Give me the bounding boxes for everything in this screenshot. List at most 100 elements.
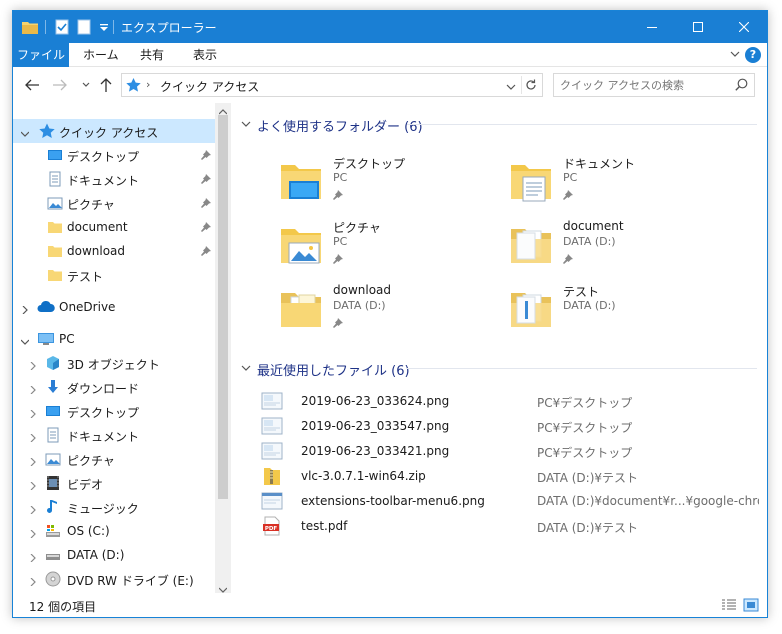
tab-share[interactable]: 共有: [140, 43, 164, 67]
sidebar-item-music[interactable]: ミュージック: [13, 495, 215, 519]
cube-icon: [45, 355, 61, 371]
expand-chevron-icon[interactable]: [21, 303, 29, 315]
expand-chevron-icon[interactable]: [29, 527, 37, 539]
expand-chevron-icon[interactable]: [29, 431, 37, 443]
folder-tile-desktop[interactable]: デスクトップ PC: [277, 155, 497, 213]
expand-ribbon-icon[interactable]: [729, 48, 741, 63]
expand-chevron-icon[interactable]: [29, 407, 37, 419]
sidebar-item-label: ビデオ: [67, 478, 104, 492]
back-button[interactable]: [23, 77, 41, 93]
help-icon[interactable]: ?: [745, 47, 761, 63]
sidebar-item-drive-c[interactable]: OS (C:): [13, 519, 215, 543]
collapse-chevron-icon[interactable]: [241, 362, 251, 376]
folder-tile-download[interactable]: download DATA (D:): [277, 283, 497, 341]
recent-files-header[interactable]: 最近使用したファイル (6): [241, 357, 761, 379]
file-path: PC¥デスクトップ: [537, 396, 633, 410]
tab-file[interactable]: ファイル: [13, 43, 69, 67]
folder-app-icon[interactable]: [21, 18, 39, 36]
sidebar-item-quick-access[interactable]: クイック アクセス: [13, 119, 215, 143]
sidebar-item-pictures[interactable]: ピクチャ: [13, 191, 215, 215]
file-path: PC¥デスクトップ: [537, 446, 633, 460]
details-view-icon[interactable]: [721, 598, 737, 612]
sidebar-item-pc-pictures[interactable]: ピクチャ: [13, 447, 215, 471]
search-icon[interactable]: [735, 78, 748, 94]
sidebar-item-test-folder[interactable]: テスト: [13, 263, 215, 287]
scroll-down-icon[interactable]: [218, 583, 228, 593]
list-item[interactable]: 2019-06-23_033547.png PC¥デスクトップ: [261, 414, 761, 438]
recent-locations-icon[interactable]: [77, 77, 95, 93]
expand-chevron-icon[interactable]: [29, 359, 37, 371]
scroll-up-icon[interactable]: [218, 105, 228, 115]
folder-location: PC: [563, 171, 578, 184]
folder-name: download: [333, 283, 392, 297]
properties-icon[interactable]: [53, 18, 71, 36]
folder-tile-documents[interactable]: ドキュメント PC: [507, 155, 727, 213]
sidebar-item-downloads[interactable]: ダウンロード: [13, 375, 215, 399]
expand-chevron-icon[interactable]: [29, 383, 37, 395]
sidebar-item-document-folder[interactable]: document: [13, 215, 215, 239]
folder-tile-test[interactable]: テスト DATA (D:): [507, 283, 727, 341]
minimize-button[interactable]: [629, 11, 675, 43]
image-file-icon: [261, 491, 283, 511]
collapse-chevron-icon[interactable]: [20, 335, 30, 345]
sidebar-item-pc[interactable]: PC: [13, 327, 215, 351]
collapse-chevron-icon[interactable]: [241, 118, 251, 132]
sidebar-item-videos[interactable]: ビデオ: [13, 471, 215, 495]
expand-chevron-icon[interactable]: [29, 551, 37, 563]
forward-button[interactable]: [51, 77, 69, 93]
sidebar-item-drive-d[interactable]: DATA (D:): [13, 543, 215, 567]
folder-tile-document[interactable]: document DATA (D:): [507, 219, 727, 277]
scrollbar-thumb[interactable]: [218, 115, 228, 499]
close-button[interactable]: [721, 11, 767, 43]
sidebar-item-3d-objects[interactable]: 3D オブジェクト: [13, 351, 215, 375]
new-folder-icon[interactable]: [75, 18, 93, 36]
search-box[interactable]: [553, 73, 755, 97]
expand-chevron-icon[interactable]: [29, 455, 37, 467]
expand-chevron-icon[interactable]: [29, 479, 37, 491]
customize-toolbar-icon[interactable]: [95, 18, 113, 36]
sidebar-scrollbar[interactable]: [215, 103, 231, 593]
large-icons-view-icon[interactable]: [743, 598, 759, 612]
quick-access-star-icon: [126, 78, 141, 95]
sidebar-item-pc-documents[interactable]: ドキュメント: [13, 423, 215, 447]
list-item[interactable]: extensions-toolbar-menu6.png DATA (D:)¥d…: [261, 489, 761, 513]
address-bar[interactable]: › クイック アクセス: [121, 73, 543, 97]
image-file-icon: [261, 391, 283, 411]
svg-text:PDF: PDF: [265, 526, 278, 532]
file-path: DATA (D:)¥テスト: [537, 471, 639, 485]
sidebar-item-dvd-drive[interactable]: DVD RW ドライブ (E:): [13, 567, 215, 591]
pin-icon: [333, 189, 343, 203]
tab-home[interactable]: ホーム: [83, 43, 119, 67]
sidebar-item-pc-desktop[interactable]: デスクトップ: [13, 399, 215, 423]
address-dropdown-icon[interactable]: [506, 80, 516, 94]
collapse-chevron-icon[interactable]: [20, 127, 30, 137]
search-input[interactable]: [560, 77, 728, 93]
sidebar-item-onedrive[interactable]: OneDrive: [13, 295, 215, 319]
breadcrumb-quick-access[interactable]: クイック アクセス: [160, 78, 259, 95]
file-name: 2019-06-23_033421.png: [301, 444, 450, 458]
file-name: test.pdf: [301, 519, 348, 533]
file-name: vlc-3.0.7.1-win64.zip: [301, 469, 426, 483]
breadcrumb-separator[interactable]: ›: [146, 78, 150, 91]
sidebar-item-label: ドキュメント: [67, 430, 140, 444]
file-path: DATA (D:)¥テスト: [537, 521, 639, 535]
folder-with-files-icon: [277, 285, 325, 333]
expand-chevron-icon[interactable]: [29, 575, 37, 587]
folder-tile-pictures[interactable]: ピクチャ PC: [277, 219, 497, 277]
list-item[interactable]: 2019-06-23_033624.png PC¥デスクトップ: [261, 389, 761, 413]
drive-icon: [45, 547, 61, 563]
sidebar-item-desktop[interactable]: デスクトップ: [13, 143, 215, 167]
list-item[interactable]: PDF test.pdf DATA (D:)¥テスト: [261, 514, 761, 538]
frequent-folders-header[interactable]: よく使用するフォルダー (6): [241, 113, 761, 135]
pin-icon: [201, 245, 211, 259]
maximize-button[interactable]: [675, 11, 721, 43]
refresh-button[interactable]: [521, 76, 539, 94]
list-item[interactable]: 2019-06-23_033421.png PC¥デスクトップ: [261, 439, 761, 463]
list-item[interactable]: vlc-3.0.7.1-win64.zip DATA (D:)¥テスト: [261, 464, 761, 488]
expand-chevron-icon[interactable]: [29, 503, 37, 515]
folder-with-files-icon: [507, 221, 555, 269]
sidebar-item-documents[interactable]: ドキュメント: [13, 167, 215, 191]
sidebar-item-download-folder[interactable]: download: [13, 239, 215, 263]
up-button[interactable]: [97, 77, 115, 93]
tab-view[interactable]: 表示: [193, 43, 217, 67]
